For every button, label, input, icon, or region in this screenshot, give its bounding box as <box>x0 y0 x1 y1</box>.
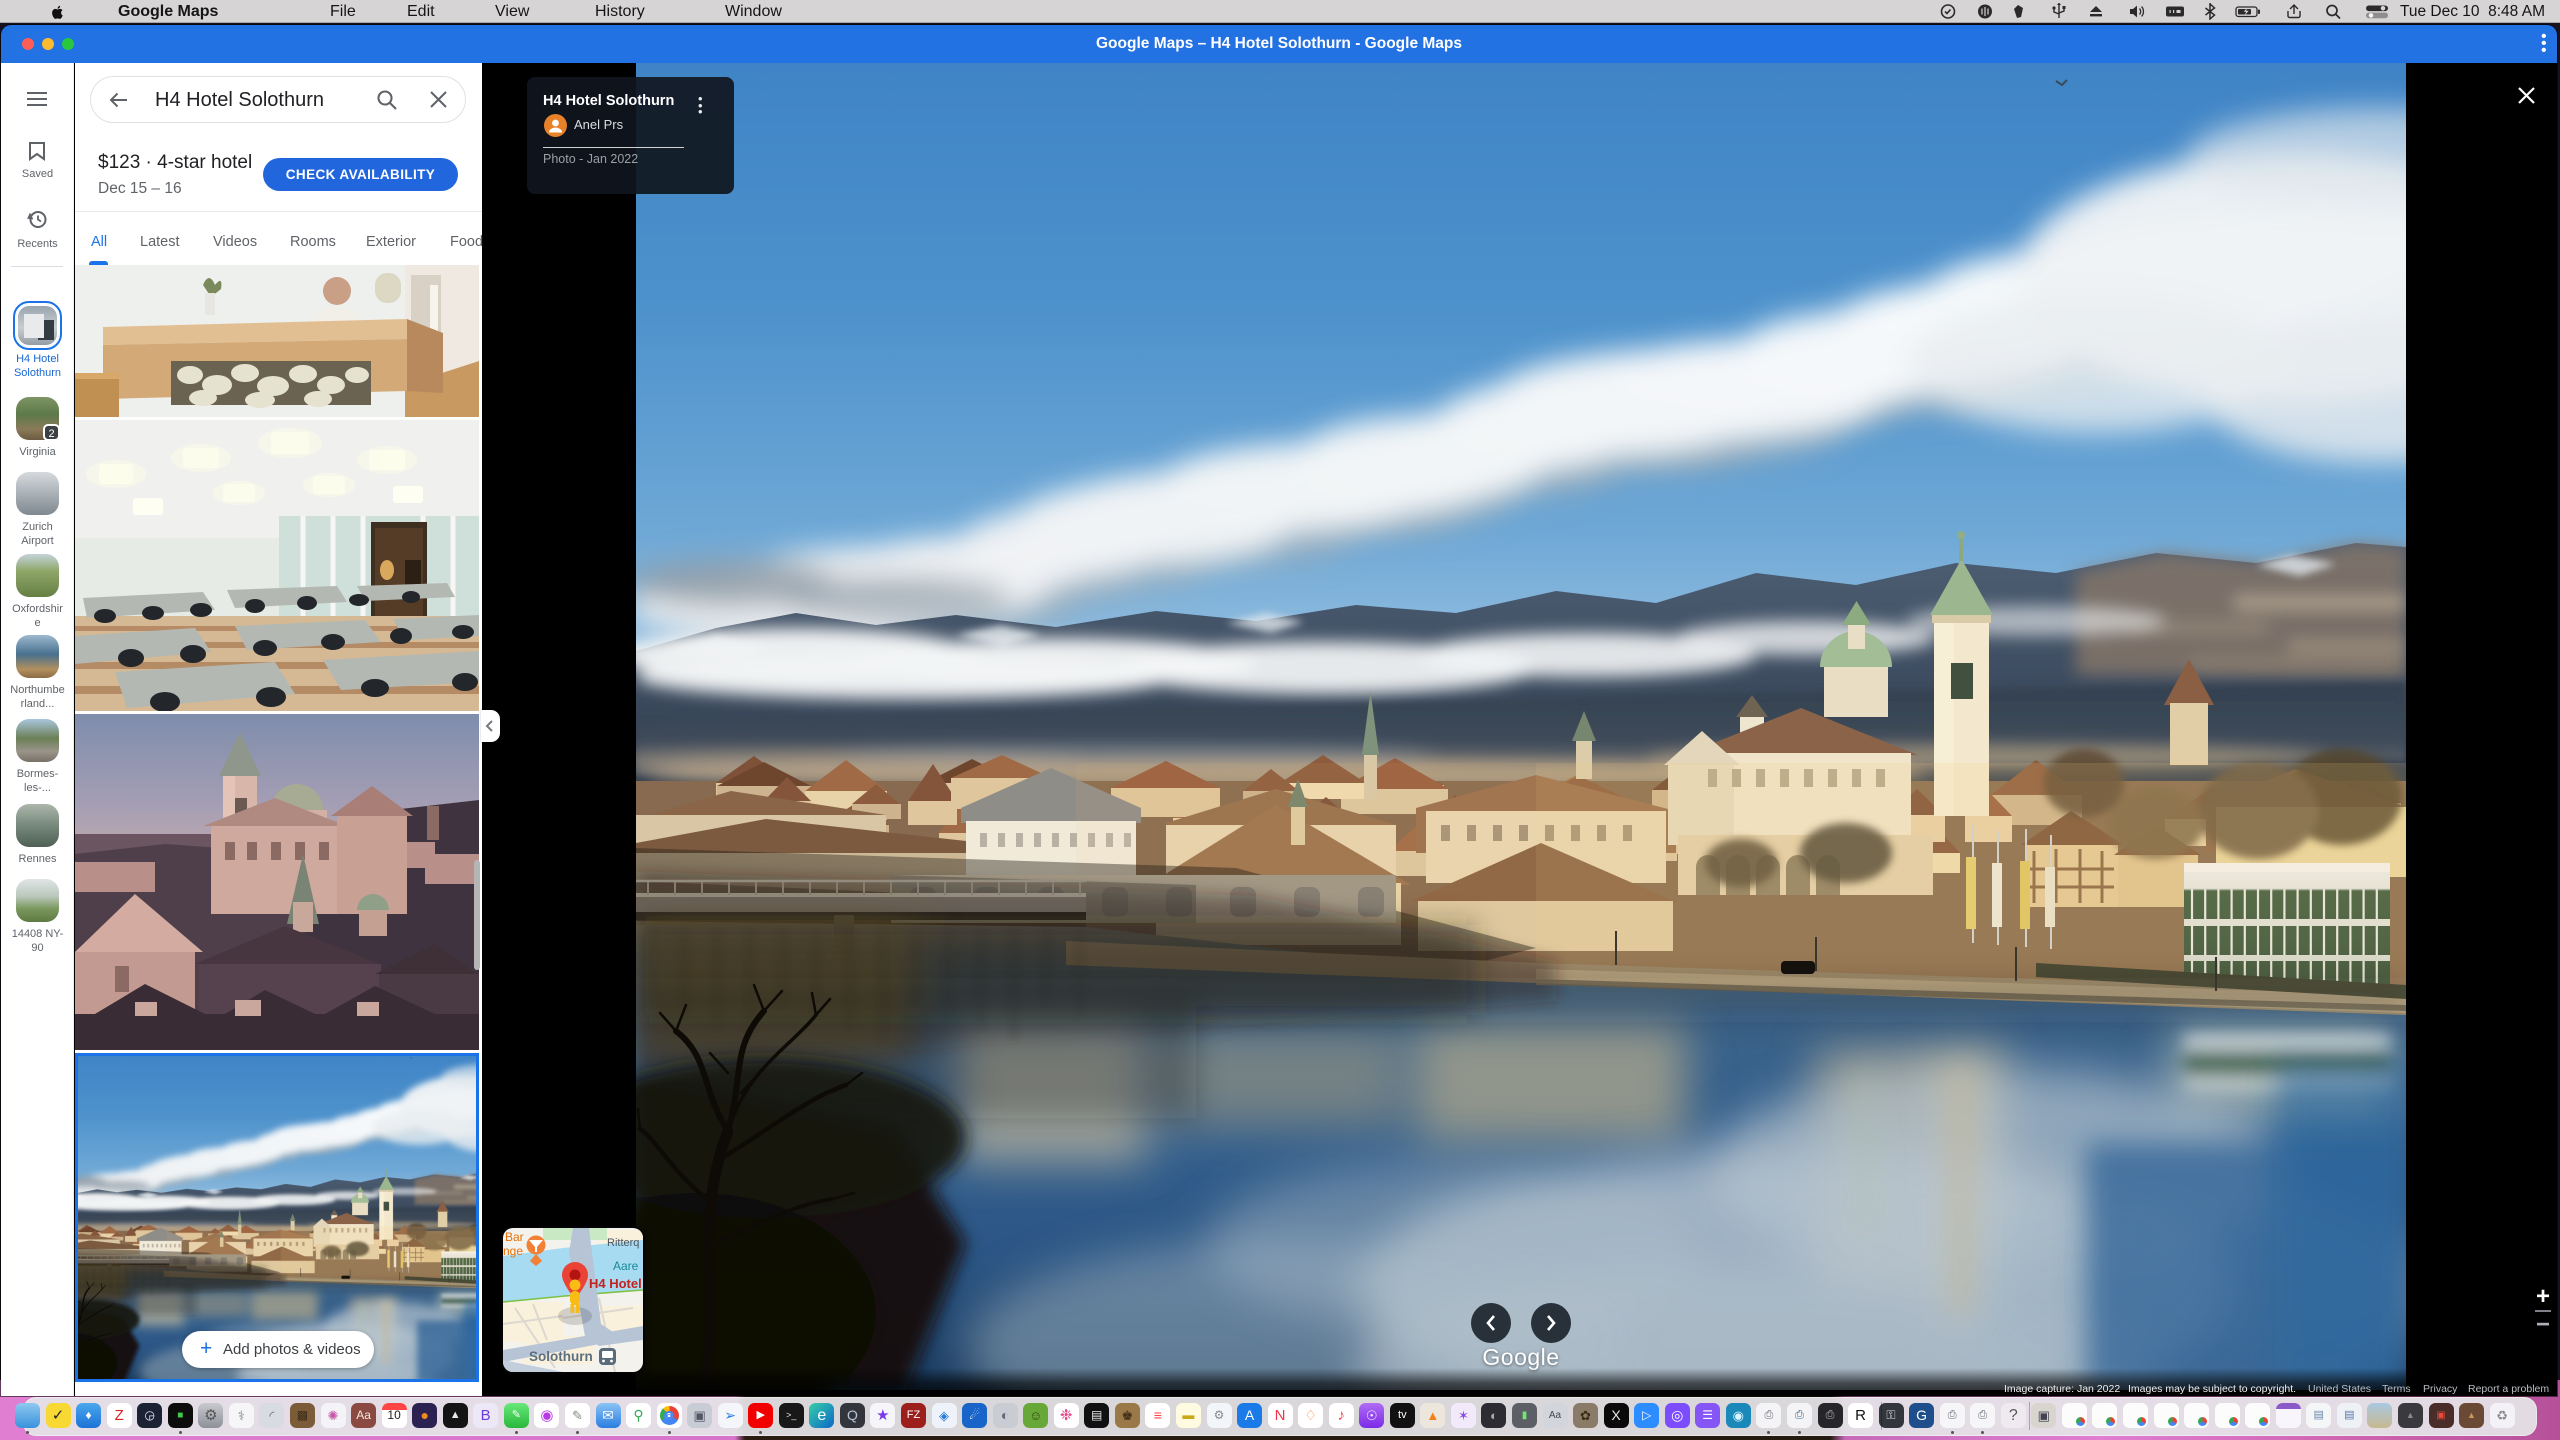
svg-text:Solothurn: Solothurn <box>529 1349 593 1364</box>
svg-text:Ritterq: Ritterq <box>607 1237 639 1249</box>
svg-text:H4 Hotel: H4 Hotel <box>589 1276 642 1291</box>
svg-text:nge: nge <box>503 1244 523 1258</box>
svg-text:Bar: Bar <box>505 1230 524 1244</box>
svg-text:Aare: Aare <box>613 1259 639 1273</box>
